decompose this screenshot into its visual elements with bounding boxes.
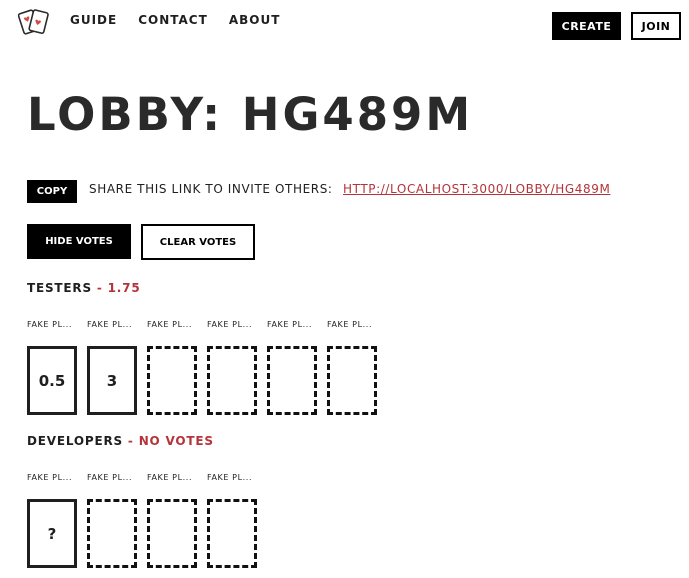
player-list-testers: Fake Pl... 0.5 Fake Pl... 3 Fake Pl... F…: [27, 320, 387, 415]
group-name: Testers: [27, 281, 92, 295]
player-slot: Fake Pl...: [267, 320, 327, 415]
player-slot: Fake Pl... 3: [87, 320, 147, 415]
group-separator: -: [96, 281, 103, 295]
nav-contact-link[interactable]: Contact: [138, 13, 208, 27]
player-name: Fake Pl...: [207, 473, 253, 482]
empty-vote-card: [207, 499, 257, 568]
clear-votes-button[interactable]: Clear votes: [141, 224, 255, 260]
empty-vote-card: [147, 346, 197, 415]
vote-card: 3: [87, 346, 137, 415]
player-slot: Fake Pl... 0.5: [27, 320, 87, 415]
player-name: Fake Pl...: [267, 320, 313, 329]
group-heading-testers: Testers - 1.75: [27, 281, 140, 295]
vote-card: 0.5: [27, 346, 77, 415]
player-name: Fake Pl...: [147, 320, 193, 329]
create-button[interactable]: Create: [552, 12, 621, 40]
group-name: Developers: [27, 434, 123, 448]
page-title: Lobby: HG489M: [27, 88, 474, 141]
player-slot: Fake Pl...: [147, 473, 207, 568]
player-name: Fake Pl...: [87, 473, 133, 482]
player-name: Fake Pl...: [147, 473, 193, 482]
share-link[interactable]: http://localhost:3000/lobby/HG489M: [343, 182, 610, 196]
player-slot: Fake Pl...: [147, 320, 207, 415]
hide-votes-button[interactable]: Hide votes: [27, 224, 131, 259]
group-average: 1.75: [107, 281, 141, 295]
playing-cards-icon[interactable]: [18, 6, 50, 38]
player-name: Fake Pl...: [207, 320, 253, 329]
page: Guide Contact About Create Join Lobby: H…: [0, 0, 689, 578]
player-name: Fake Pl...: [27, 473, 73, 482]
empty-vote-card: [207, 346, 257, 415]
group-separator: -: [127, 434, 134, 448]
player-slot: Fake Pl...: [207, 320, 267, 415]
player-name: Fake Pl...: [327, 320, 373, 329]
copy-button[interactable]: Copy: [27, 180, 77, 203]
player-slot: Fake Pl...: [327, 320, 387, 415]
nav-guide-link[interactable]: Guide: [70, 13, 117, 27]
group-heading-developers: Developers - No votes: [27, 434, 214, 448]
empty-vote-card: [267, 346, 317, 415]
empty-vote-card: [327, 346, 377, 415]
player-slot: Fake Pl...: [87, 473, 147, 568]
empty-vote-card: [147, 499, 197, 568]
player-slot: Fake Pl...: [207, 473, 267, 568]
empty-vote-card: [87, 499, 137, 568]
player-name: Fake Pl...: [27, 320, 73, 329]
nav-about-link[interactable]: About: [229, 13, 281, 27]
main-nav: Guide Contact About: [70, 13, 301, 27]
vote-card: ?: [27, 499, 77, 568]
share-text: Share this link to invite others:: [89, 182, 333, 196]
group-status: No votes: [138, 434, 214, 448]
join-button[interactable]: Join: [631, 12, 681, 40]
player-list-developers: Fake Pl... ? Fake Pl... Fake Pl... Fake …: [27, 473, 267, 568]
player-slot: Fake Pl... ?: [27, 473, 87, 568]
player-name: Fake Pl...: [87, 320, 133, 329]
